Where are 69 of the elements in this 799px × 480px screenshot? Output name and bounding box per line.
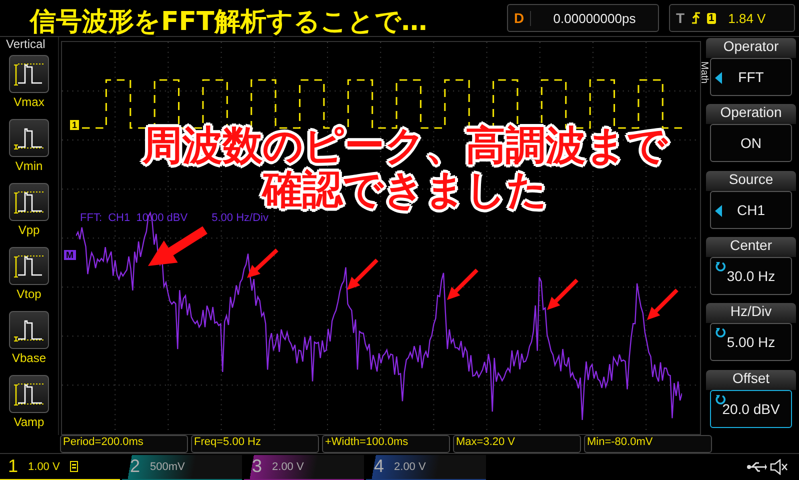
usb-icon xyxy=(747,461,767,473)
menu-button[interactable]: 5.00 Hz xyxy=(710,323,792,362)
menu-label: Source xyxy=(706,170,796,191)
fft-scale: 5.00 Hz/Div xyxy=(212,212,268,224)
channel-marker: 1 xyxy=(70,120,80,130)
arrow xyxy=(547,278,578,310)
measure-button[interactable] xyxy=(9,375,49,413)
measure-button[interactable] xyxy=(9,311,49,349)
measure-button[interactable] xyxy=(9,55,49,93)
arrow xyxy=(447,268,478,300)
arrow xyxy=(148,226,208,266)
menu-label: Hz/Div xyxy=(706,303,796,324)
channel-number: 1 xyxy=(8,456,18,477)
menu-button[interactable]: CH1 xyxy=(710,190,792,229)
channel-number: 3 xyxy=(252,456,262,477)
arrow xyxy=(647,288,678,320)
measure-button[interactable] xyxy=(9,247,49,285)
measure-label: Vtop xyxy=(16,287,42,301)
headline-caption: 信号波形をFFT解析することで… xyxy=(30,6,428,39)
channel-tab[interactable]: 2 500mV xyxy=(122,454,242,480)
channel-tab[interactable]: 4 2.00 V xyxy=(366,454,486,480)
trigger-source: 1 xyxy=(706,12,716,24)
measurement-readout: Freq=5.00 Hz xyxy=(191,435,319,453)
menu-label: Operation xyxy=(706,104,796,124)
measure-button[interactable] xyxy=(9,119,49,157)
measurement-readout: Max=3.20 V xyxy=(453,435,581,453)
menu-tab[interactable]: Math xyxy=(698,61,710,84)
trigger-level: 1.84 V xyxy=(728,10,766,26)
menu-button[interactable]: ON xyxy=(710,124,792,162)
measurement-readout: Period=200.0ms xyxy=(60,435,188,453)
annotation-caption: 確認できました xyxy=(262,168,548,212)
bandwidth-icon xyxy=(70,461,78,472)
left-arrow-icon xyxy=(715,204,722,217)
measure-label: Vmax xyxy=(14,95,44,109)
measure-button[interactable] xyxy=(9,183,49,221)
menu-button[interactable]: FFT xyxy=(710,58,792,96)
menu-label: Operator xyxy=(706,38,796,58)
panel-title: Vertical xyxy=(5,37,46,51)
measure-label: Vmin xyxy=(15,159,43,173)
channel-number: 2 xyxy=(130,456,140,477)
measurement-readout: +Width=100.0ms xyxy=(322,435,450,453)
rotate-icon xyxy=(715,394,726,405)
rotate-icon xyxy=(715,327,726,338)
channel-scale: 2.00 V xyxy=(272,460,304,472)
annotation-caption: 周波数のピーク、高調波まで xyxy=(142,124,668,168)
arrow xyxy=(347,258,378,290)
rotate-icon xyxy=(715,260,726,272)
menu-button[interactable]: 20.0 dBV xyxy=(710,390,792,428)
measurement-readout: Min=-80.0mV xyxy=(584,435,712,453)
math-marker: M xyxy=(64,250,76,260)
channel-scale: 1.00 V xyxy=(28,460,60,472)
left-arrow-icon xyxy=(715,72,722,84)
channel-tab[interactable]: 1 1.00 V xyxy=(0,454,120,480)
rising-edge-icon xyxy=(690,11,701,25)
trigger-label: T xyxy=(676,10,685,26)
menu-label: Center xyxy=(706,236,796,257)
menu-label: Offset xyxy=(706,370,796,390)
channel-scale: 500mV xyxy=(150,460,185,472)
channel-number: 4 xyxy=(374,456,384,477)
measure-label: Vbase xyxy=(12,351,46,365)
arrow xyxy=(247,248,278,278)
measure-label: Vpp xyxy=(18,223,40,237)
measure-label: Vamp xyxy=(14,415,44,429)
mute-icon xyxy=(769,459,789,475)
delay-value: 0.00000000ps xyxy=(530,10,658,26)
channel-tab[interactable]: 3 2.00 V xyxy=(244,454,364,480)
channel-scale: 2.00 V xyxy=(394,460,426,472)
menu-button[interactable]: 30.0 Hz xyxy=(710,256,792,295)
delay-label: D xyxy=(512,10,526,26)
